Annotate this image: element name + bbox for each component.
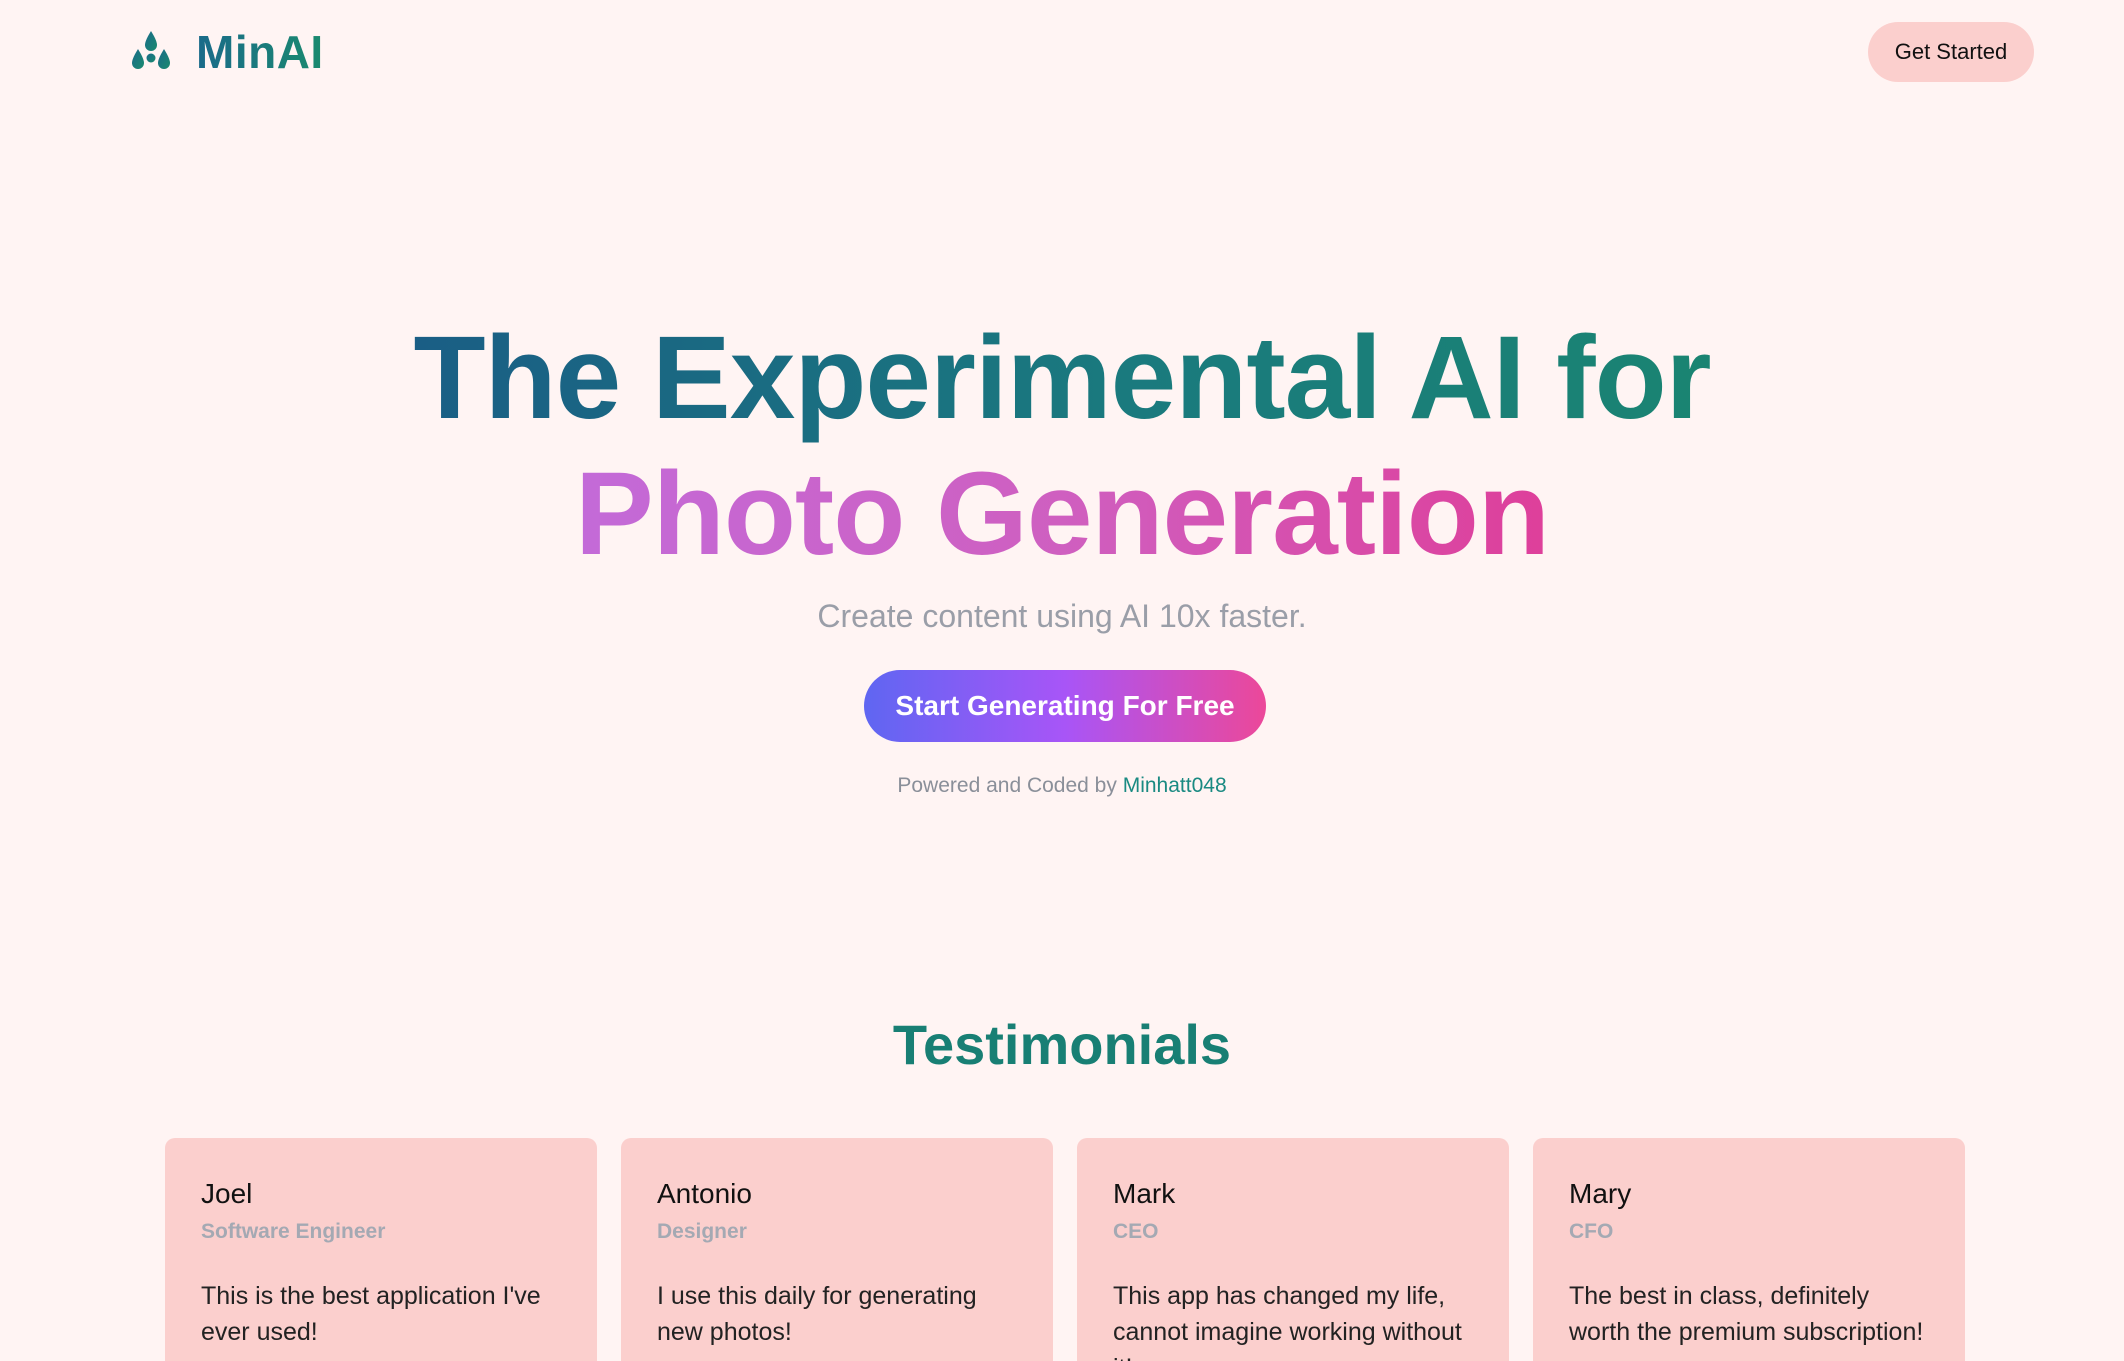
testimonial-card: Joel Software Engineer This is the best … (165, 1138, 597, 1361)
top-nav: MinAI Get Started (0, 0, 2124, 104)
brand-logo[interactable]: MinAI (128, 25, 324, 79)
hero-heading: The Experimental AI for Photo Generation (0, 310, 2124, 582)
testimonial-name: Joel (201, 1178, 253, 1209)
testimonials-heading: Testimonials (892, 1013, 1232, 1076)
testimonial-card: Mark CEO This app has changed my life, c… (1077, 1138, 1509, 1361)
start-generating-button[interactable]: Start Generating For Free (864, 670, 1266, 742)
testimonial-role: Designer (657, 1220, 747, 1243)
testimonial-role: CFO (1569, 1220, 1614, 1243)
testimonial-cards: Joel Software Engineer This is the best … (165, 1138, 1965, 1361)
testimonial-text: This app has changed my life, cannot ima… (1113, 1282, 1462, 1361)
get-started-button[interactable]: Get Started (1868, 22, 2034, 82)
testimonial-role: Software Engineer (201, 1220, 386, 1243)
page: MinAI Get Started The Experimental AI fo… (0, 0, 2124, 1361)
testimonial-text: The best in class, definitely worth the … (1569, 1282, 1924, 1346)
testimonial-card: Mary CFO The best in class, definitely w… (1533, 1138, 1965, 1361)
testimonial-name: Antonio (657, 1178, 752, 1209)
testimonial-card: Antonio Designer I use this daily for ge… (621, 1138, 1053, 1361)
testimonial-name: Mary (1569, 1178, 1632, 1209)
hero-title-line2: Photo Generation (575, 448, 1550, 580)
testimonial-text: I use this daily for generating new phot… (657, 1282, 977, 1346)
testimonial-role: CEO (1113, 1220, 1159, 1243)
powered-by-text: Powered and Coded by (897, 774, 1117, 797)
hero-subtitle: Create content using AI 10x faster. (817, 598, 1307, 634)
hero-title-line1: The Experimental AI for (413, 312, 1711, 444)
powered-by-credit: Powered and Coded by Minhatt048 (0, 774, 2124, 798)
testimonial-text: This is the best application I've ever u… (201, 1282, 541, 1346)
brand-name: MinAI (196, 26, 324, 78)
droplets-icon (132, 31, 170, 69)
testimonial-name: Mark (1113, 1178, 1176, 1209)
author-link[interactable]: Minhatt048 (1123, 774, 1227, 797)
